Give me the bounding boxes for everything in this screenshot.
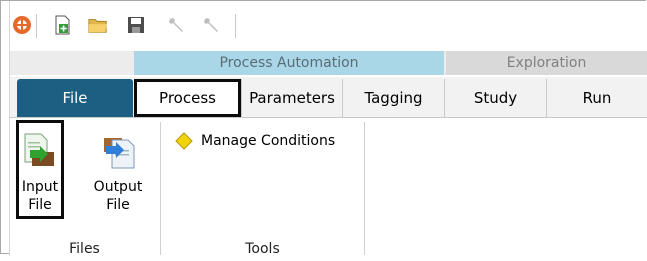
- exploration-header: Exploration: [446, 51, 647, 75]
- process-automation-header: Process Automation: [134, 51, 444, 75]
- output-file-label-line2: File: [106, 197, 130, 213]
- input-file-label: Input: [21, 179, 59, 195]
- tab-file[interactable]: File: [17, 79, 133, 117]
- tool-icon[interactable]: [167, 15, 187, 35]
- tab-process[interactable]: Process: [134, 79, 241, 117]
- tab-study[interactable]: Study: [445, 79, 547, 117]
- toolbar-separator: [36, 14, 37, 38]
- group-divider: [364, 122, 365, 255]
- toolbar-separator: [235, 14, 236, 38]
- new-file-icon[interactable]: [52, 15, 72, 35]
- input-file-button[interactable]: Input File: [16, 120, 64, 219]
- app-window: Process Automation Exploration File Proc…: [0, 0, 647, 257]
- tool-icon[interactable]: [202, 15, 222, 35]
- diamond-icon: [175, 132, 193, 150]
- ribbon-group-headers: Process Automation Exploration: [9, 51, 647, 75]
- tools-group-label: Tools: [245, 241, 280, 257]
- quick-access-toolbar: [2, 2, 647, 47]
- group-divider: [160, 122, 161, 255]
- output-file-icon: [104, 138, 135, 169]
- tab-run[interactable]: Run: [547, 79, 647, 117]
- input-file-icon: [24, 133, 54, 166]
- output-file-button[interactable]: Output File: [88, 120, 148, 219]
- output-file-label: Output: [93, 179, 143, 195]
- app-logo-icon[interactable]: [12, 15, 32, 35]
- tab-tagging[interactable]: Tagging: [343, 79, 445, 117]
- save-icon[interactable]: [126, 15, 146, 35]
- ribbon-tabs: File Process Parameters Tagging Study Ru…: [9, 77, 647, 118]
- manage-conditions-button[interactable]: Manage Conditions: [175, 132, 335, 150]
- window-left-border: [9, 1, 10, 256]
- files-group-label: Files: [69, 241, 100, 257]
- manage-conditions-label: Manage Conditions: [201, 133, 336, 149]
- tab-parameters[interactable]: Parameters: [241, 79, 343, 117]
- ribbon-body: Input File Output File Manage Conditions: [9, 118, 647, 257]
- open-folder-icon[interactable]: [88, 15, 108, 35]
- input-file-label-line2: File: [28, 197, 52, 213]
